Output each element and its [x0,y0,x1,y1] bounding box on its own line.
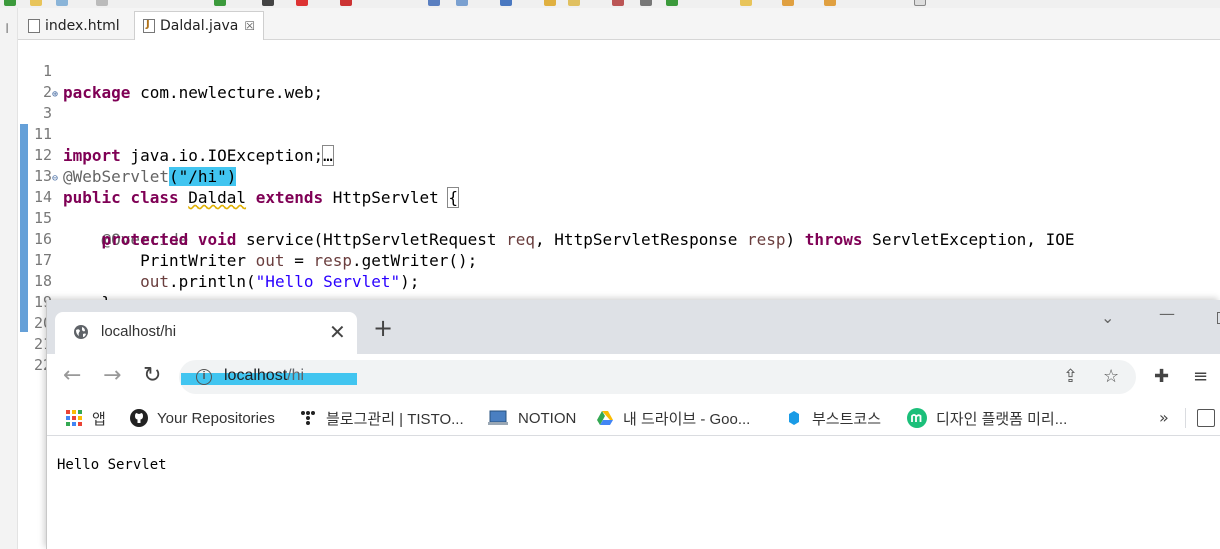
minimize-button[interactable]: — [1159,304,1175,323]
panel-edge-label: ㅣ [2,22,13,35]
search-icon[interactable] [428,0,440,6]
browser-toolbar: ← → ↻ i localhost/hi ⇪ ☆ ✚ ≡ [47,354,1220,400]
debug-icon[interactable] [30,0,42,6]
page-content: Hello Servlet [47,437,1220,549]
terminate-icon[interactable] [296,0,308,6]
browser-title-bar: localhost/hi ✕ + ⌄ — [47,300,1220,354]
url-text[interactable]: localhost/hi [224,367,304,385]
reload-button[interactable]: ↻ [143,364,161,388]
expand-fold-icon[interactable]: ⊕ [52,84,58,105]
bookmark-google-drive[interactable]: 내 드라이브 - Goo... [596,408,750,428]
tab-daldal-java[interactable]: Daldal.java ☒ [134,11,265,40]
address-bar[interactable]: i localhost/hi ⇪ ☆ [179,360,1136,394]
forward-nav-icon[interactable] [824,0,836,6]
code-line: 18 } [18,250,1220,312]
bookmark-label: NOTION [518,409,577,427]
servlet-response-text: Hello Servlet [57,457,167,473]
breakpoint-icon[interactable] [340,0,352,6]
close-icon[interactable]: ✕ [329,320,346,344]
pin-icon[interactable] [740,0,752,6]
code-line: 14 ⊖ @Override [18,166,1220,249]
link-icon[interactable] [640,0,652,6]
bookmark-label: 블로그관리 | TISTO... [326,410,464,428]
open-type-icon[interactable] [456,0,468,6]
code-line: 1 package com.newlecture.web; [18,40,1220,102]
laptop-icon [488,410,508,425]
url-host: localhost [224,367,288,384]
bookmark-label: Your Repositories [157,409,275,427]
browser-tab[interactable]: localhost/hi ✕ [55,312,357,354]
forward-icon[interactable] [666,0,678,6]
bookmark-apps[interactable]: 앱 [65,408,106,428]
annotation-icon[interactable] [544,0,556,6]
tistory-icon [301,411,315,425]
extensions-icon[interactable]: ✚ [1154,367,1169,387]
bookmarks-bar: 앱 Your Repositories 블로그관리 | TISTO... NOT… [47,400,1220,436]
divider [1185,408,1186,428]
tab-title: localhost/hi [101,323,177,340]
bookmark-boostcourse[interactable]: 부스트코스 [785,408,881,428]
github-icon [130,409,148,427]
html-file-icon [28,18,40,33]
bookmark-miricanvas[interactable]: 디자인 플랫폼 미리... [907,408,1067,428]
back-nav-icon[interactable] [782,0,794,6]
java-file-icon [143,19,155,33]
code-line: 15 protected void service(HttpServletReq… [18,187,1220,249]
stop-icon[interactable] [262,0,274,6]
code-line: 19 [18,271,1220,311]
reading-list-icon[interactable]: ≡ [1193,367,1208,387]
bookmark-tistory[interactable]: 블로그관리 | TISTO... [299,408,464,428]
miricanvas-icon [907,408,927,428]
url-path: /hi [287,367,305,384]
bookmark-label: 부스트코스 [812,410,882,428]
code-line: 3 ⊕ import java.io.IOException;… [18,82,1220,166]
code-line: 13 public class Daldal extends HttpServl… [18,145,1220,208]
tab-label: Daldal.java [160,18,239,34]
collapse-fold-icon[interactable]: ⊖ [52,168,58,189]
code-line: 16 PrintWriter out = resp.getWriter(); [18,208,1220,270]
bookmarks-overflow-button[interactable]: » [1159,408,1169,427]
boostcourse-icon [789,411,799,425]
reading-list-icon[interactable] [1197,409,1215,427]
new-icon[interactable] [56,0,68,6]
globe-icon [74,325,88,339]
run-icon[interactable] [4,0,16,6]
google-drive-icon [597,411,613,425]
code-line: 12 @WebServlet("/hi") [18,124,1220,186]
task-icon[interactable] [500,0,512,6]
chevron-down-icon[interactable]: ⌄ [1101,308,1114,327]
bookmark-label: 디자인 플랫폼 미리... [936,410,1068,428]
tab-label: index.html [45,17,120,34]
forward-button[interactable]: → [103,364,121,388]
code-line: 2 [18,61,1220,101]
star-icon[interactable]: ☆ [1103,367,1119,387]
save-icon[interactable] [96,0,108,6]
ide-left-panel-edge: ㅣ [0,8,18,549]
bookmark-label: 앱 [92,410,106,428]
back-button[interactable]: ← [63,364,81,388]
pencil-icon[interactable] [568,0,580,6]
maximize-icon[interactable] [914,0,926,6]
run-server-icon[interactable] [214,0,226,6]
close-icon[interactable]: ☒ [244,19,255,33]
tab-index-html[interactable]: index.html [20,11,128,40]
code-line: 11 [18,103,1220,143]
editor-tabs: index.html Daldal.java ☒ [18,8,1220,40]
bookmark-label: 내 드라이브 - Goo... [623,410,751,428]
bookmark-notion[interactable]: NOTION [487,408,576,428]
share-icon[interactable]: ⇪ [1063,367,1078,387]
ide-toolbar [0,0,1220,8]
new-tab-button[interactable]: + [373,316,393,340]
code-line: 17 out.println("Hello Servlet"); [18,229,1220,291]
info-icon[interactable]: i [196,369,212,385]
chrome-browser-window: localhost/hi ✕ + ⌄ — ← → ↻ i localhost/h… [46,300,1220,549]
apps-grid-icon [66,410,82,426]
bookmark-github[interactable]: Your Repositories [130,408,275,428]
marker-icon[interactable] [612,0,624,6]
